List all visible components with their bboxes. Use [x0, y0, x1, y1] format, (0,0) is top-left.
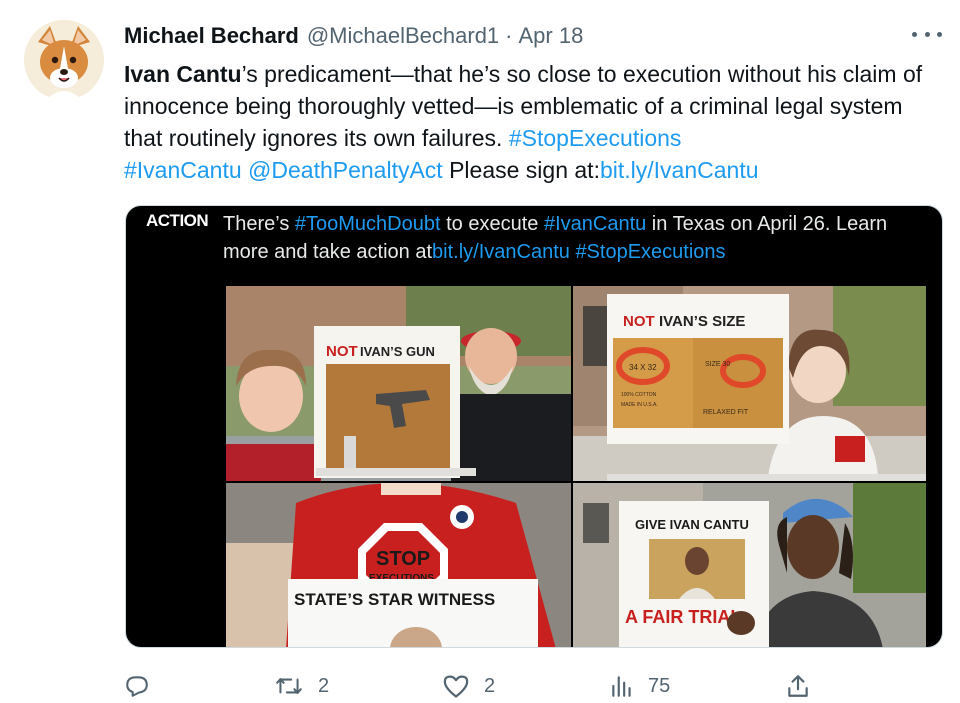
more-dot-icon: [912, 31, 917, 37]
author-handle[interactable]: @MichaelBechard1: [307, 23, 499, 49]
label-relaxed: RELAXED FIT: [703, 409, 749, 416]
photo-collage: NOT IVAN’S GUN NOT IVAN’S SIZE 34 X 32 1…: [226, 286, 926, 647]
author-name[interactable]: Michael Bechard: [124, 23, 299, 49]
more-dot-icon: [937, 31, 942, 37]
label-line2: MADE IN U.S.A.: [621, 402, 658, 408]
corgi-avatar-icon: [24, 20, 104, 100]
share-icon: [788, 675, 808, 697]
media-caption: There’s #TooMuchDoubt to execute #IvanCa…: [223, 210, 933, 266]
like-button[interactable]: 2: [442, 670, 495, 702]
hashtag-stopexecutions[interactable]: #StopExecutions: [509, 125, 682, 151]
retweet-count: 2: [318, 674, 330, 697]
caption-hashtag-toomuchdoubt: #TooMuchDoubt: [294, 213, 441, 235]
sign-gun-rest: IVAN’S GUN: [360, 344, 435, 359]
more-dot-icon: [924, 31, 930, 37]
tweet-date[interactable]: Apr 18: [519, 23, 584, 49]
photo-state-witness: STOP EXECUTIONS STATE’S STAR WITNESS: [226, 483, 571, 647]
caption-text: There’s: [223, 213, 295, 235]
views-count: 75: [648, 674, 671, 697]
tweet-text-lead: Ivan Cantu: [124, 61, 242, 87]
sign-fair-bottom: A FAIR TRIAL: [625, 607, 741, 627]
photo-not-ivans-size: NOT IVAN’S SIZE 34 X 32 100% COTTON MADE…: [573, 286, 926, 481]
caption-link: bit.ly/IvanCantu: [432, 241, 570, 263]
stop-text-line1: STOP: [376, 548, 430, 570]
tweet-text: Ivan Cantu’s predicament—that he’s so cl…: [124, 58, 944, 186]
tweet-actions: 2 2 75: [124, 670, 824, 702]
tweet-text-plain: Please sign at:: [442, 157, 600, 183]
retweet-icon: [276, 678, 302, 694]
like-count: 2: [484, 674, 496, 697]
caption-hashtag-ivancantu: #IvanCantu: [543, 213, 647, 235]
share-button[interactable]: [786, 670, 810, 702]
tweet-header: Michael Bechard @MichaelBechard1 · Apr 1…: [124, 20, 583, 52]
label-size: 34 X 32: [629, 363, 657, 372]
hashtag-ivancantu[interactable]: #IvanCantu: [124, 157, 242, 183]
mention-deathpenaltyact[interactable]: @DeathPenaltyAct: [248, 157, 443, 183]
reply-button[interactable]: [124, 670, 164, 702]
retweet-button[interactable]: 2: [274, 670, 329, 702]
sign-fair-top: GIVE IVAN CANTU: [635, 517, 749, 532]
heart-icon: [443, 675, 469, 698]
reply-icon: [126, 676, 148, 697]
analytics-icon: [612, 676, 631, 697]
label-line1: 100% COTTON: [621, 392, 657, 398]
sign-size-not: NOT: [623, 313, 655, 330]
action-logo: ACTION: [146, 211, 209, 230]
tweet-media[interactable]: ACTION There’s #TooMuchDoubt to execute …: [125, 205, 943, 648]
caption-hashtag-stopexecutions: #StopExecutions: [575, 241, 726, 263]
caption-text: to execute: [440, 213, 544, 235]
photo-fair-trial: GIVE IVAN CANTU A FAIR TRIAL: [573, 483, 926, 647]
sign-gun-not: NOT: [326, 343, 358, 360]
views-button[interactable]: 75: [610, 670, 670, 702]
sign-size-rest: IVAN’S SIZE: [659, 313, 745, 330]
more-options-button[interactable]: [912, 24, 942, 44]
photo-not-ivans-gun: NOT IVAN’S GUN: [226, 286, 571, 481]
separator-dot: ·: [505, 23, 513, 48]
link-bitly[interactable]: bit.ly/IvanCantu: [600, 157, 759, 183]
label-right: SIZE 30: [705, 361, 730, 368]
sign-witness-text: STATE’S STAR WITNESS: [294, 590, 495, 609]
avatar[interactable]: [24, 20, 104, 100]
